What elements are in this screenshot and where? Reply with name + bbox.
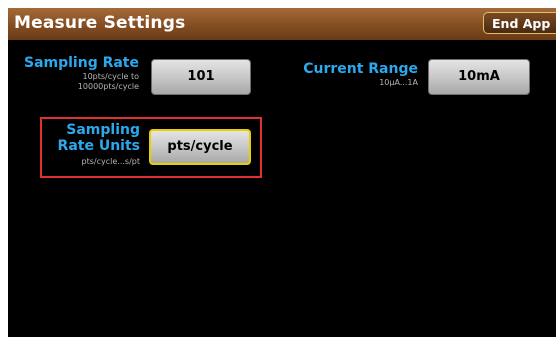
page-title: Measure Settings [14, 13, 186, 33]
sampling-rate-units-button[interactable]: pts/cycle [149, 129, 251, 165]
sampling-rate-range-line2: 10000pts/cycle [77, 82, 139, 91]
current-range-label: Current Range [303, 61, 418, 77]
sampling-rate-units-label-line1: Sampling [66, 122, 140, 138]
sampling-rate-range-line1: 10pts/cycle to [82, 72, 139, 81]
sampling-rate-units-options: pts/cycle...s/pt [81, 157, 140, 166]
end-app-button[interactable]: End App [483, 12, 556, 34]
sampling-rate-button[interactable]: 101 [151, 59, 251, 95]
current-range-range: 10µA...1A [379, 78, 418, 87]
measure-settings-screen: Measure Settings End App Sampling Rate 1… [8, 8, 556, 337]
current-range-button[interactable]: 10mA [428, 59, 530, 95]
sampling-rate-label: Sampling Rate [23, 55, 139, 71]
sampling-rate-units-label-line2: Rate Units [57, 138, 140, 154]
title-bar: Measure Settings End App [8, 8, 556, 40]
